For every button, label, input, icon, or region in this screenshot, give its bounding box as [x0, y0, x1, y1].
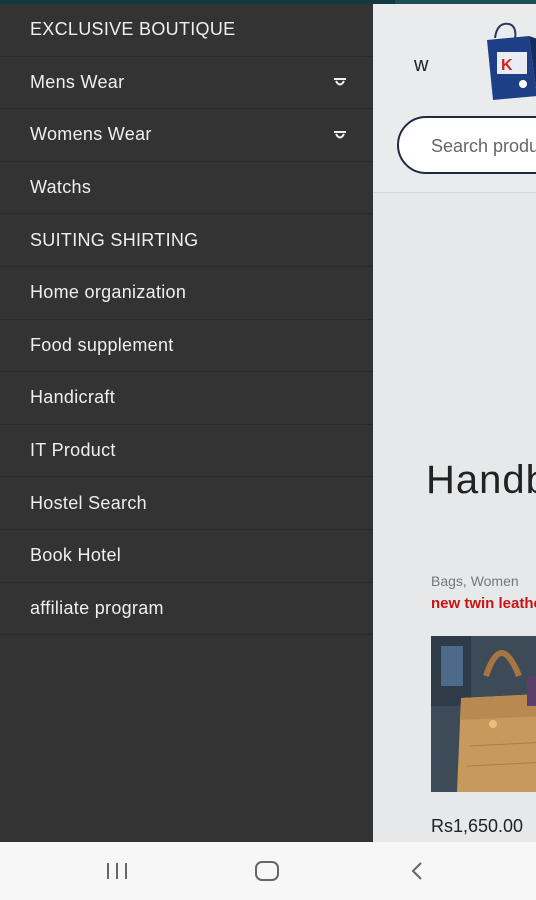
drawer-item-book-hotel[interactable]: Book Hotel — [0, 530, 373, 583]
product-price: Rs1,650.00 — [431, 816, 524, 836]
search-input[interactable] — [429, 132, 536, 160]
drawer-item-label: EXCLUSIVE BOUTIQUE — [30, 19, 236, 40]
home-icon — [255, 861, 279, 881]
product-name[interactable]: new twin leather bag — [431, 595, 536, 612]
shop-logo-icon[interactable]: K — [483, 18, 536, 102]
home-button[interactable] — [247, 856, 287, 886]
drawer-item-suiting-shirting[interactable]: SUITING SHIRTING — [0, 214, 373, 267]
recents-icon — [107, 863, 127, 879]
back-icon — [411, 862, 422, 880]
drawer-item-it-product[interactable]: IT Product — [0, 425, 373, 478]
handbag-photo — [431, 636, 536, 792]
svg-text:K: K — [501, 57, 513, 74]
main-page: w K Handbags Bags, Women new twin leathe… — [373, 4, 536, 842]
brand-text: w — [414, 54, 429, 76]
drawer-item-exclusive-boutique[interactable]: EXCLUSIVE BOUTIQUE — [0, 4, 373, 57]
chevron-down-icon[interactable] — [333, 130, 347, 140]
drawer-item-label: Womens Wear — [30, 124, 152, 145]
drawer-item-label: Book Hotel — [30, 545, 122, 566]
drawer-item-label: Food supplement — [30, 334, 174, 355]
drawer-item-handicraft[interactable]: Handicraft — [0, 372, 373, 425]
drawer-item-label: Home organization — [30, 282, 187, 303]
drawer-item-label: Handicraft — [30, 387, 116, 408]
drawer-item-watchs[interactable]: Watchs — [0, 162, 373, 215]
page-header: w K — [373, 4, 536, 193]
drawer-item-food-supplement[interactable]: Food supplement — [0, 320, 373, 373]
drawer-item-label: SUITING SHIRTING — [30, 229, 199, 250]
section-title: Handbags — [426, 458, 536, 502]
drawer-item-home-organization[interactable]: Home organization — [0, 267, 373, 320]
navigation-drawer: EXCLUSIVE BOUTIQUE Mens Wear Womens Wear… — [0, 4, 373, 842]
app-screen: w K Handbags Bags, Women new twin leathe… — [0, 0, 536, 900]
recents-button[interactable] — [97, 856, 137, 886]
product-categories[interactable]: Bags, Women — [431, 573, 519, 589]
drawer-item-affiliate-program[interactable]: affiliate program — [0, 583, 373, 636]
drawer-item-label: Watchs — [30, 177, 92, 198]
product-image[interactable] — [431, 636, 536, 792]
drawer-item-hostel-search[interactable]: Hostel Search — [0, 477, 373, 530]
drawer-item-label: Hostel Search — [30, 492, 147, 513]
drawer-item-label: IT Product — [30, 440, 116, 461]
drawer-item-mens-wear[interactable]: Mens Wear — [0, 57, 373, 110]
system-nav-bar — [0, 842, 536, 900]
drawer-item-womens-wear[interactable]: Womens Wear — [0, 109, 373, 162]
back-button[interactable] — [397, 856, 437, 886]
drawer-item-label: Mens Wear — [30, 71, 125, 92]
search-field[interactable] — [397, 116, 536, 174]
drawer-item-label: affiliate program — [30, 597, 164, 618]
chevron-down-icon[interactable] — [333, 77, 347, 87]
